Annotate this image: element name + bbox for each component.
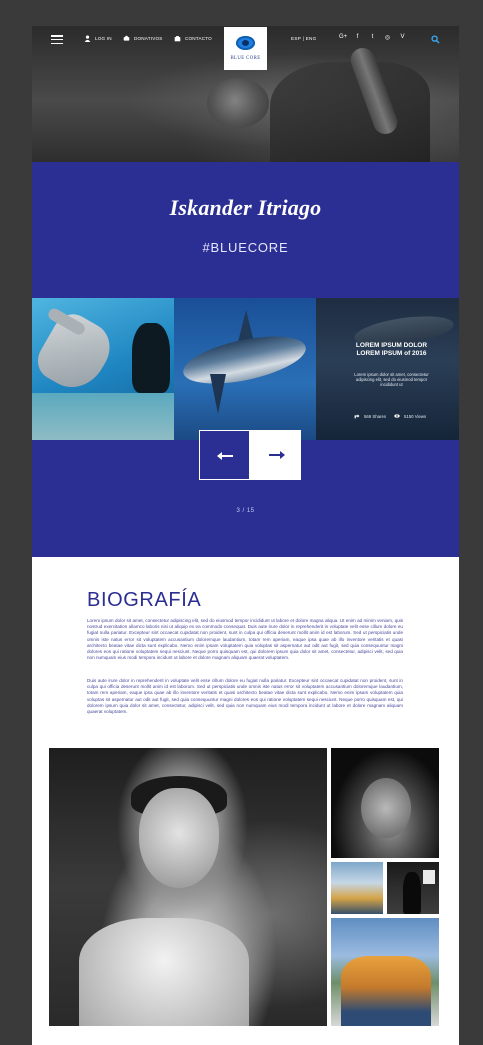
photo-slider: LOREM IPSUM DOLOR LOREM IPSUM of 2016 Lo… xyxy=(32,298,459,440)
eye-icon xyxy=(394,414,400,418)
featured-title: LOREM IPSUM DOLOR LOREM IPSUM of 2016 xyxy=(355,342,428,357)
user-icon xyxy=(84,35,91,42)
arrow-left-icon xyxy=(217,452,233,460)
slide-sand xyxy=(32,393,174,440)
slide-featured[interactable]: LOREM IPSUM DOLOR LOREM IPSUM of 2016 Lo… xyxy=(316,298,459,440)
profile-name: Iskander Itriago xyxy=(169,195,322,220)
language-switcher[interactable]: ESP | ENG xyxy=(291,36,317,41)
donate-label: DONATIVOS xyxy=(134,36,163,41)
camera-icon xyxy=(174,36,181,42)
donate-icon xyxy=(123,35,130,41)
bluecore-logo[interactable]: BLUE CORE xyxy=(224,27,267,70)
contact-link[interactable]: CONTACTO xyxy=(174,35,212,42)
slide-hammerhead-photo[interactable] xyxy=(32,298,174,440)
next-slide-button[interactable] xyxy=(250,430,301,480)
twitter-icon[interactable]: t xyxy=(369,34,376,41)
facebook-icon[interactable]: f xyxy=(354,34,361,41)
photo-group xyxy=(341,956,431,1026)
eye-logo-icon xyxy=(236,36,255,50)
marlin-tail xyxy=(210,374,226,414)
photo-gallery xyxy=(49,748,439,1026)
slider-pager xyxy=(199,430,301,480)
featured-text: Lorem ipsum dolor sit amet, consectetur … xyxy=(354,372,429,388)
gallery-photo-boat-group[interactable] xyxy=(331,918,439,1026)
slide-marlin-photo[interactable] xyxy=(174,298,316,440)
shares-count: 569 Shares xyxy=(364,413,386,419)
photo-face xyxy=(139,788,219,888)
gallery-photo-portrait[interactable] xyxy=(331,748,439,858)
logo-text: BLUE CORE xyxy=(230,56,261,61)
previous-slide-button[interactable] xyxy=(199,430,250,480)
slide-counter: 3 / 15 xyxy=(236,508,255,514)
page: LOG IN DONATIVOS CONTACTO BLUE CORE ESP … xyxy=(32,26,459,1045)
biography-paragraph: Lorem ipsum dolor sit amet, consectetur … xyxy=(87,618,403,661)
photo-cake xyxy=(79,918,249,1026)
photo-head xyxy=(361,778,411,838)
arrow-right-icon xyxy=(269,451,285,459)
hero-banner: LOG IN DONATIVOS CONTACTO BLUE CORE ESP … xyxy=(32,26,459,162)
login-label: LOG IN xyxy=(95,36,112,41)
biography-paragraph: Duis aute irure dolor in reprehenderit i… xyxy=(87,678,403,715)
profile-section: Iskander Itriago #BLUECORE LOREM IPSUM D… xyxy=(32,162,459,557)
login-link[interactable]: LOG IN xyxy=(84,35,112,42)
contact-label: CONTACTO xyxy=(185,36,212,41)
hero-diver-mask xyxy=(207,78,269,128)
diver-image xyxy=(132,323,170,393)
search-icon[interactable] xyxy=(431,35,440,44)
views-count: 5150 Views xyxy=(403,413,427,419)
hammerhead-shark-image xyxy=(32,307,120,399)
share-icon[interactable] xyxy=(354,413,360,419)
featured-stats: 569 Shares 5150 Views xyxy=(354,413,454,419)
hero-diver-image xyxy=(270,62,430,162)
donate-link[interactable]: DONATIVOS xyxy=(123,35,163,42)
top-navigation: LOG IN DONATIVOS CONTACTO BLUE CORE ESP … xyxy=(32,26,459,70)
profile-hashtag: #BLUECORE xyxy=(202,240,289,255)
photo-frame xyxy=(423,870,435,884)
photo-person xyxy=(403,872,421,914)
vimeo-icon[interactable]: V xyxy=(399,34,406,41)
gallery-photo-group-outdoor[interactable] xyxy=(331,862,383,914)
instagram-icon[interactable]: ◎ xyxy=(384,34,391,41)
gallery-photo-birthday[interactable] xyxy=(49,748,327,1026)
social-links: G+ f t ◎ V xyxy=(339,34,406,41)
google-plus-icon[interactable]: G+ xyxy=(339,34,347,41)
hamburger-menu-icon[interactable] xyxy=(51,35,63,45)
gallery-photo-event[interactable] xyxy=(387,862,439,914)
biography-title: BIOGRAFÍA xyxy=(87,589,202,611)
